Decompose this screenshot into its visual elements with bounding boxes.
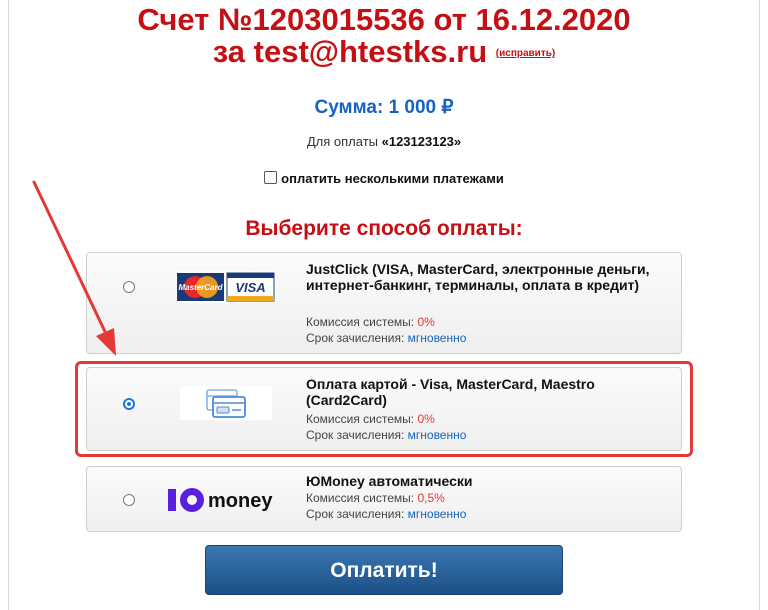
sum-amount: Сумма: 1 000 ₽ (314, 97, 454, 118)
radio-justclick[interactable] (123, 281, 135, 293)
invoice-email: за test@htestks.ru (212, 34, 488, 69)
mastercard-visa-logo: MasterCard VISA (176, 271, 276, 303)
yumoney-logo-text: money (208, 490, 273, 512)
payment-option-yumoney[interactable]: money ЮMoney автоматически Комиссия сист… (86, 466, 682, 532)
purpose-value: «123123123» (381, 134, 462, 149)
invoice-title: Счет №1203015536 от 16.12.2020 за test@h… (9, 4, 759, 70)
multi-payment-checkbox[interactable] (264, 171, 278, 184)
pay-button[interactable]: Оплатить! (205, 545, 563, 595)
commission-value: 0% (417, 315, 435, 329)
invoice-title-line2: за test@htestks.ru (исправить) (9, 36, 759, 70)
mastercard-text: MasterCard (178, 283, 223, 292)
term-justclick: Срок зачисления: мгновенно (306, 331, 466, 346)
radio-yumoney[interactable] (123, 494, 135, 506)
term-value: мгновенно (407, 507, 467, 521)
commission-value: 0,5% (417, 491, 445, 505)
edit-email-link[interactable]: (исправить) (496, 48, 555, 59)
term-label: Срок зачисления: (306, 507, 408, 521)
term-label: Срок зачисления: (306, 331, 408, 345)
invoice-title-line1: Счет №1203015536 от 16.12.2020 (137, 2, 631, 37)
option-title-justclick: JustClick (VISA, MasterCard, электронные… (306, 261, 650, 293)
multi-payment-label[interactable]: оплатить несколькими платежами (281, 171, 504, 186)
option-title-yumoney: ЮMoney автоматически (306, 473, 473, 489)
yumoney-logo: money (168, 488, 273, 512)
payment-option-justclick[interactable]: MasterCard VISA JustClick (VISA, MasterC… (86, 252, 682, 354)
commission-yumoney: Комиссия системы: 0,5% (306, 491, 445, 506)
commission-label: Комиссия системы: (306, 315, 418, 329)
commission-justclick: Комиссия системы: 0% (306, 315, 435, 330)
commission-label: Комиссия системы: (306, 491, 418, 505)
multi-payment-row[interactable]: оплатить несколькими платежами (0, 171, 768, 186)
term-value: мгновенно (407, 331, 467, 345)
choose-method-title: Выберите способ оплаты: (245, 217, 523, 240)
term-yumoney: Срок зачисления: мгновенно (306, 507, 466, 522)
purpose-label: Для оплаты (306, 134, 382, 149)
visa-text: VISA (235, 280, 265, 295)
selection-highlight-frame (75, 361, 693, 457)
payment-purpose: Для оплаты «123123123» (0, 134, 768, 149)
